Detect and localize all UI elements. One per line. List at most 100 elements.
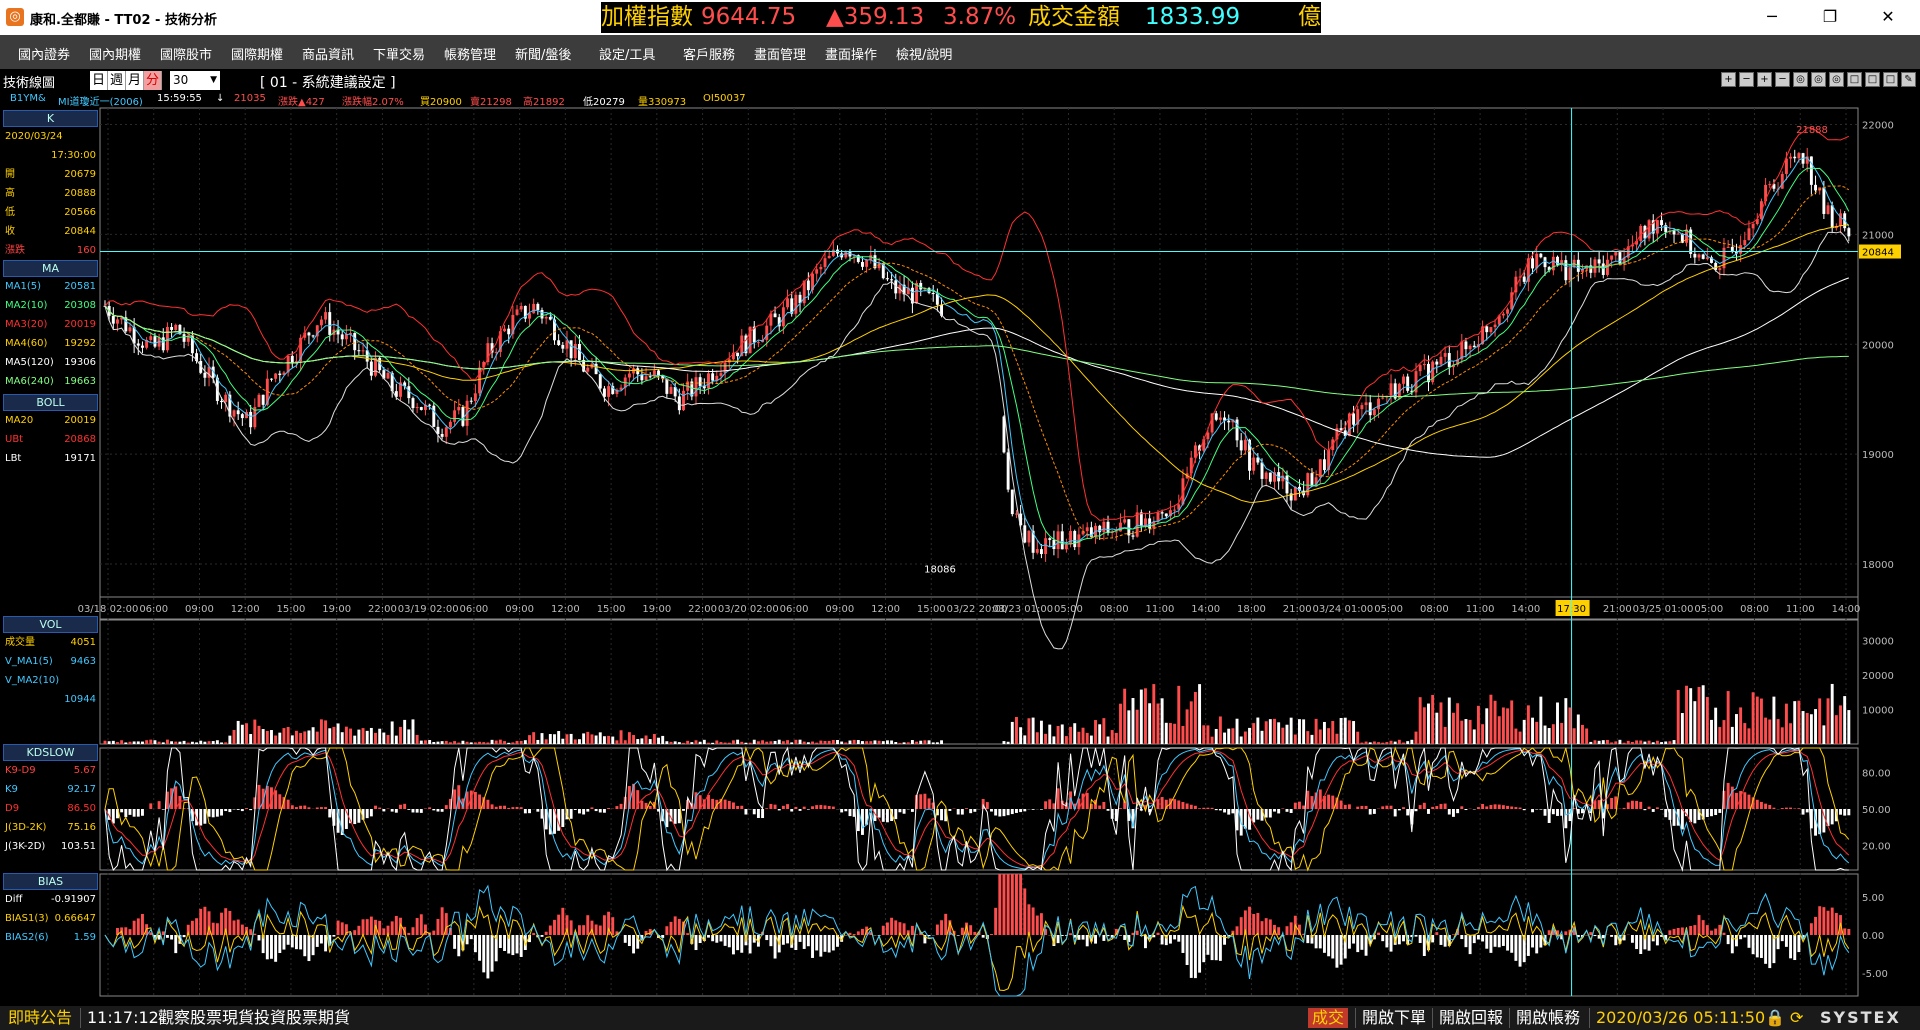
volume-bar xyxy=(1019,727,1023,744)
volume-bar xyxy=(607,735,611,744)
high-marker-label: 21888 xyxy=(1796,125,1828,136)
volume-bar xyxy=(752,739,756,744)
candle-body xyxy=(361,350,365,352)
bias-diff-bar xyxy=(1364,935,1368,956)
volume-bar xyxy=(877,740,881,744)
technical-chart[interactable]: 220002100020000190001800003/18 02:00 06:0… xyxy=(0,0,1920,1006)
candle-body xyxy=(1214,413,1218,420)
candle-body xyxy=(1610,255,1614,260)
volume-bar xyxy=(1452,712,1455,744)
volume-bar xyxy=(1630,741,1634,744)
volume-bar xyxy=(856,740,860,744)
volume-bar xyxy=(1402,742,1405,744)
bias-diff-bar xyxy=(136,918,140,935)
candle-body xyxy=(698,377,702,387)
candle-body xyxy=(1268,472,1272,482)
volume-bar xyxy=(1268,719,1272,744)
ma-row-label: MA1(5) xyxy=(5,281,41,292)
bias-diff-bar xyxy=(240,924,244,935)
volume-bar xyxy=(1002,741,1006,744)
candle-body xyxy=(1672,230,1676,235)
kd-diff-bar xyxy=(1364,805,1368,809)
kd-diff-bar xyxy=(1227,809,1231,815)
notice-message[interactable]: 觀察股票現貨投資股票期貨 xyxy=(158,1008,350,1028)
notice-time: 11:17:12 xyxy=(80,1008,159,1028)
bias-diff-bar xyxy=(265,935,269,960)
volume-bar xyxy=(1593,740,1597,744)
kd-diff-bar xyxy=(1710,809,1713,817)
kd-diff-bar xyxy=(898,809,902,813)
volume-bar xyxy=(1747,728,1751,744)
candle-body xyxy=(340,334,344,340)
boll-header: BOLL xyxy=(3,394,98,411)
x-tick-label: 18:00 xyxy=(1237,604,1266,615)
candle-body xyxy=(1002,416,1006,453)
kd-diff-bar xyxy=(1630,800,1634,809)
volume-bar xyxy=(1181,726,1185,744)
kd-diff-bar xyxy=(902,809,906,814)
volume-bar xyxy=(428,740,432,744)
volume-bar xyxy=(1273,718,1276,744)
kd-row-value: 5.67 xyxy=(73,765,96,776)
volume-bar xyxy=(1106,736,1110,744)
bias-diff-bar xyxy=(1639,935,1643,954)
kd-diff-bar xyxy=(910,809,914,812)
bias-diff-bar xyxy=(1264,918,1268,935)
volume-bar xyxy=(1139,689,1143,744)
open-report-button[interactable]: 開啟回報 xyxy=(1432,1008,1503,1028)
kd-row: K9-D9 5.67 xyxy=(3,761,98,780)
notice-label[interactable]: 即時公告 xyxy=(8,1008,72,1028)
volume-bar xyxy=(898,742,902,744)
open-account-button[interactable]: 開啟帳務 xyxy=(1509,1008,1580,1028)
volume-bar xyxy=(478,741,482,744)
bias-diff-bar xyxy=(623,935,627,943)
x-tick-label: 22:00 xyxy=(688,604,717,615)
kd-diff-bar xyxy=(1626,802,1630,809)
volume-bar xyxy=(270,730,273,744)
bias-diff-bar xyxy=(1015,874,1018,935)
volume-bar xyxy=(178,741,182,744)
bias-diff-bar xyxy=(1472,935,1476,944)
volume-bar xyxy=(1839,705,1842,744)
volume-bar xyxy=(1168,722,1172,744)
volume-bar xyxy=(1518,731,1522,744)
bias-diff-bar xyxy=(686,933,690,935)
kd-diff-bar xyxy=(1456,809,1460,814)
kd-diff-bar xyxy=(1830,809,1834,825)
volume-bar xyxy=(1472,729,1476,744)
kd-diff-bar xyxy=(494,806,498,809)
bias-diff-bar xyxy=(1772,935,1776,964)
bias-rows: Diff -0.91907 BIAS1(3) 0.66647 BIAS2(6) 1.59 xyxy=(3,890,98,947)
kd-diff-bar xyxy=(1789,807,1793,809)
volume-bar xyxy=(103,740,107,744)
bias-row: Diff -0.91907 xyxy=(3,890,98,909)
x-tick-label: 21:00 xyxy=(1603,604,1632,615)
bias-diff-bar xyxy=(195,918,199,935)
volume-bar xyxy=(265,731,269,744)
volume-bar xyxy=(1202,725,1206,744)
boll-row-value: 19171 xyxy=(64,453,96,464)
bias-diff-bar xyxy=(1023,888,1027,935)
volume-bar xyxy=(186,742,190,744)
kd-diff-bar xyxy=(1173,799,1177,809)
bias-diff-bar xyxy=(561,907,565,935)
vol-rows: 成交量 4051 V_MA1(5) 9463 V_MA2(10) 10944 xyxy=(3,633,98,709)
volume-bar xyxy=(565,734,569,744)
open-order-button[interactable]: 開啟下單 xyxy=(1355,1008,1426,1028)
volume-bar xyxy=(648,739,652,744)
kd-diff-bar xyxy=(1635,800,1639,809)
kd-diff-bar xyxy=(790,809,794,812)
volume-bar xyxy=(1081,727,1085,744)
volume-bar xyxy=(1456,703,1460,744)
volume-bar xyxy=(432,741,436,744)
candle-body xyxy=(1506,309,1510,314)
kd-diff-bar xyxy=(544,809,548,830)
volume-bar xyxy=(1281,727,1285,744)
volume-bar xyxy=(773,740,777,744)
bias-diff-bar xyxy=(1789,935,1793,959)
volume-bar xyxy=(1023,735,1027,744)
x-tick-label: 03/20 02:00 xyxy=(718,604,779,615)
kd-diff-bar xyxy=(1252,809,1256,823)
bias-header: BIAS xyxy=(3,873,98,890)
volume-bar xyxy=(1327,728,1331,744)
